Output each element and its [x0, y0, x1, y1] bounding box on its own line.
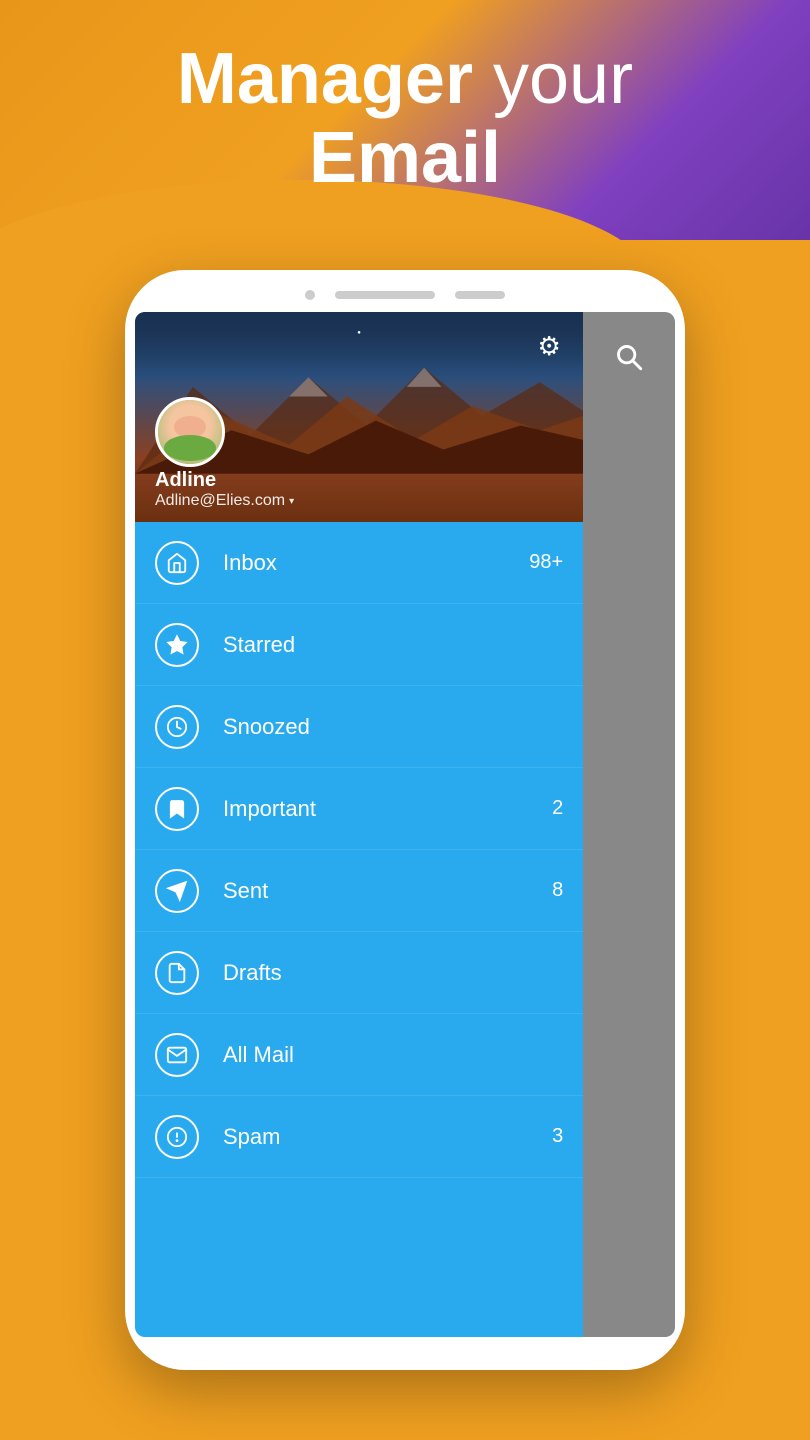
user-name: Adline [155, 469, 294, 492]
header-dot: ● [357, 330, 361, 336]
menu-item-all-mail[interactable]: All Mail [135, 1014, 583, 1096]
menu-label-snoozed: Snoozed [223, 714, 563, 740]
menu-label-important: Important [223, 796, 552, 822]
draft-icon [155, 951, 199, 995]
account-dropdown-arrow[interactable]: ▾ [289, 496, 294, 507]
menu-item-spam[interactable]: Spam3 [135, 1096, 583, 1178]
menu-label-drafts: Drafts [223, 960, 563, 986]
avatar[interactable] [155, 397, 225, 467]
phone-speaker [335, 291, 435, 299]
menu-item-snoozed[interactable]: Snoozed [135, 686, 583, 768]
email-drawer: ⚙ ● Adline Adline@Elies.com ▾ I [135, 312, 583, 1337]
hero-title-light: your [473, 39, 633, 119]
menu-item-starred[interactable]: Starred [135, 604, 583, 686]
menu-item-important[interactable]: Important2 [135, 768, 583, 850]
bookmark-icon [155, 787, 199, 831]
avatar-image [158, 400, 222, 464]
drawer-header: ⚙ ● Adline Adline@Elies.com ▾ [135, 312, 583, 522]
settings-button[interactable]: ⚙ [531, 328, 567, 364]
user-email: Adline@Elies.com ▾ [155, 492, 294, 510]
phone-top-bar [135, 280, 675, 312]
menu-label-sent: Sent [223, 878, 552, 904]
star-icon [155, 623, 199, 667]
right-panel [583, 312, 675, 1337]
menu-badge-important: 2 [552, 797, 563, 820]
menu-label-starred: Starred [223, 632, 563, 658]
search-button[interactable] [604, 332, 654, 382]
hero-title-email: Email [309, 118, 501, 198]
phone-sensor [455, 291, 505, 299]
hero-title-bold: Manager [177, 39, 473, 119]
menu-item-sent[interactable]: Sent8 [135, 850, 583, 932]
phone-screen: ⚙ ● Adline Adline@Elies.com ▾ I [135, 312, 675, 1337]
send-icon [155, 869, 199, 913]
menu-badge-inbox: 98+ [529, 551, 563, 574]
menu-badge-spam: 3 [552, 1125, 563, 1148]
phone-frame: ⚙ ● Adline Adline@Elies.com ▾ I [125, 270, 685, 1370]
menu-item-drafts[interactable]: Drafts [135, 932, 583, 1014]
drawer-menu: Inbox98+StarredSnoozedImportant2Sent8Dra… [135, 522, 583, 1337]
mail-icon [155, 1033, 199, 1077]
phone-camera [305, 290, 315, 300]
hero-section: Manager your Email [0, 40, 810, 198]
menu-label-inbox: Inbox [223, 550, 529, 576]
menu-label-spam: Spam [223, 1124, 552, 1150]
clock-icon [155, 705, 199, 749]
inbox-icon [155, 541, 199, 585]
user-info: Adline Adline@Elies.com ▾ [155, 469, 294, 510]
menu-badge-sent: 8 [552, 879, 563, 902]
warning-icon [155, 1115, 199, 1159]
menu-label-all-mail: All Mail [223, 1042, 563, 1068]
menu-item-inbox[interactable]: Inbox98+ [135, 522, 583, 604]
